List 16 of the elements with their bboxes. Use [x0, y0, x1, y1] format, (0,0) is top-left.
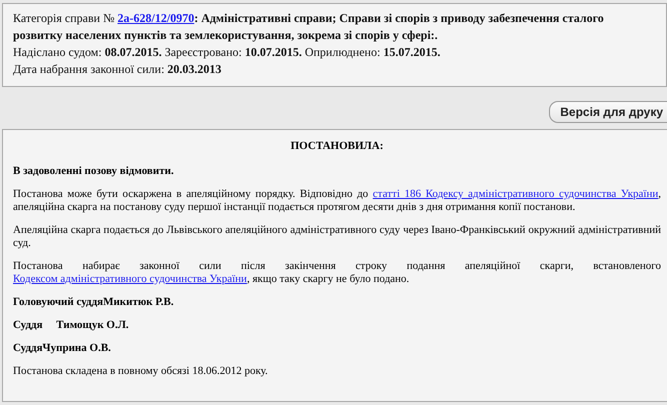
case-info-line: Дата набрання законної сили: 20.03.2013 — [13, 61, 222, 78]
bold-paragraph: Суддя Тимощук О.Л. — [13, 319, 130, 332]
bold-paragraph: Головуючий суддяМикитюк Р.В. — [13, 296, 175, 309]
print-version-button[interactable]: Версія для друку — [549, 101, 667, 123]
document-link[interactable]: 2а-628/12/0970 — [118, 11, 194, 25]
section-heading: ПОСТАНОВИЛА: — [290, 140, 384, 153]
paragraph: Постанова може бути оскаржена в апеляційному порядку. Відповідно до статті 186 Кодексу адміністративного судочинства України, апеляційна скарга на постанову суду першої інстанції подається протягом десяти днів з дня отримання копії постанови. — [13, 188, 661, 214]
document-link[interactable]: Кодексом адміністративного судочинства України — [13, 273, 247, 285]
paragraph: Апеляційна скарга подається до Львівського апеляційного адміністративного суду через Івано-Франківський окружний адміністративний суд. — [13, 224, 661, 250]
paragraph: Постанова набирає законної сили після закінчення строку подання апеляційної скарги, встановленого Кодексом адміністративного судочинства України, якщо таку скаргу не було подано. — [13, 260, 661, 286]
case-info-line: Надіслано судом: 08.07.2015. Зареєстровано: 10.07.2015. Оприлюднено: 15.07.2015. — [13, 44, 442, 61]
bold-paragraph: СуддяЧуприна О.В. — [13, 342, 112, 355]
document-link[interactable]: статті 186 Кодексу адміністративного судочинства України — [372, 188, 658, 200]
bold-paragraph: В задоволенні позову відмовити. — [13, 165, 175, 178]
paragraph: Постанова складена в повному обсязі 18.06.2012 року. — [13, 365, 269, 378]
case-info-line: Категорія справи № 2а-628/12/0970: Адміністративні справи; Справи зі спорів з приводу забезпечення сталого розвитку населених пунктів та землекористування, зокрема зі спорів у сфері:. — [13, 10, 605, 44]
